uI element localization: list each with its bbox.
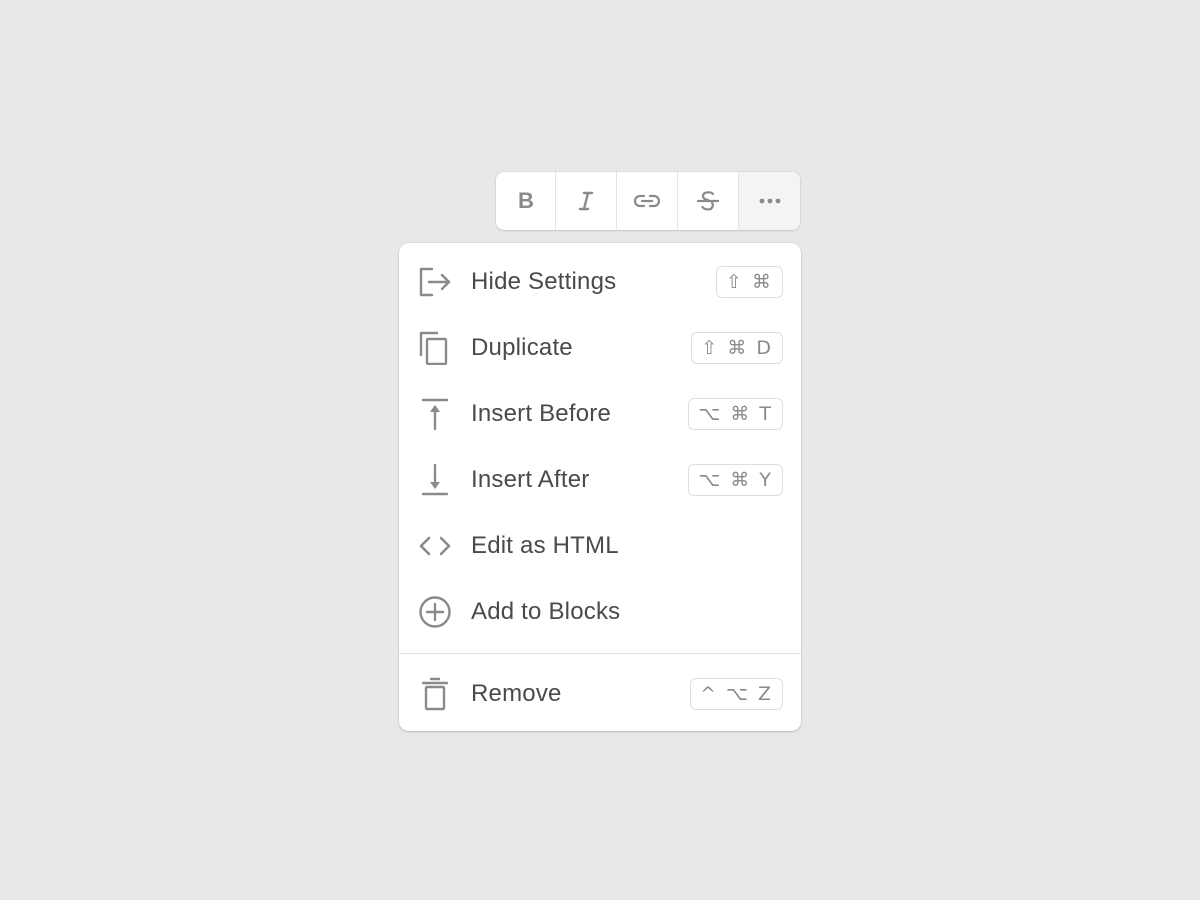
arrow-up-to-line-icon	[418, 397, 452, 431]
menu-item-label: Edit as HTML	[471, 532, 619, 559]
menu-item-label: Remove	[471, 680, 562, 707]
menu-item-edit-as-html[interactable]: Edit as HTML	[399, 513, 801, 579]
strikethrough-icon	[695, 188, 721, 214]
menu-item-insert-after[interactable]: Insert After ⌥ ⌘ Y	[399, 447, 801, 513]
exit-icon	[418, 265, 452, 299]
arrow-down-to-line-icon	[418, 463, 452, 497]
code-icon	[418, 529, 452, 563]
shortcut-badge: ⇧ ⌘ D	[691, 332, 783, 364]
link-button[interactable]	[617, 172, 678, 230]
shortcut-badge: ⌥ ⌘ Y	[688, 464, 783, 496]
menu-item-duplicate[interactable]: Duplicate ⇧ ⌘ D	[399, 315, 801, 381]
menu-item-label: Hide Settings	[471, 268, 617, 295]
menu-item-label: Duplicate	[471, 334, 573, 361]
shortcut-badge: ⌥ ⌘ T	[688, 398, 783, 430]
bold-icon: B	[515, 190, 537, 212]
menu-item-hide-settings[interactable]: Hide Settings ⇧ ⌘	[399, 249, 801, 315]
menu-item-label: Insert After	[471, 466, 590, 493]
more-horizontal-icon	[758, 197, 782, 205]
copy-icon	[418, 331, 452, 365]
format-toolbar: B	[496, 172, 800, 230]
menu-item-label: Insert Before	[471, 400, 612, 427]
shortcut-badge: ⇧ ⌘	[716, 266, 783, 298]
bold-button[interactable]: B	[496, 172, 556, 230]
block-settings-menu: Hide Settings ⇧ ⌘ Duplicate ⇧ ⌘ D Insert…	[399, 243, 801, 731]
shortcut-badge: ^ ⌥ Z	[690, 678, 783, 710]
italic-icon	[575, 190, 597, 212]
italic-button[interactable]	[556, 172, 617, 230]
menu-item-label: Add to Blocks	[471, 598, 621, 625]
plus-circle-icon	[418, 595, 452, 629]
link-icon	[633, 190, 661, 212]
svg-text:B: B	[518, 190, 534, 212]
trash-icon	[418, 677, 452, 711]
stage: B Hide Settings ⇧ ⌘ Duplicate ⇧ ⌘ D Inse…	[0, 0, 1200, 900]
menu-item-add-to-blocks[interactable]: Add to Blocks	[399, 579, 801, 645]
menu-item-remove[interactable]: Remove ^ ⌥ Z	[399, 662, 801, 726]
menu-divider	[399, 653, 801, 654]
menu-item-insert-before[interactable]: Insert Before ⌥ ⌘ T	[399, 381, 801, 447]
strikethrough-button[interactable]	[678, 172, 739, 230]
more-button[interactable]	[739, 172, 800, 230]
